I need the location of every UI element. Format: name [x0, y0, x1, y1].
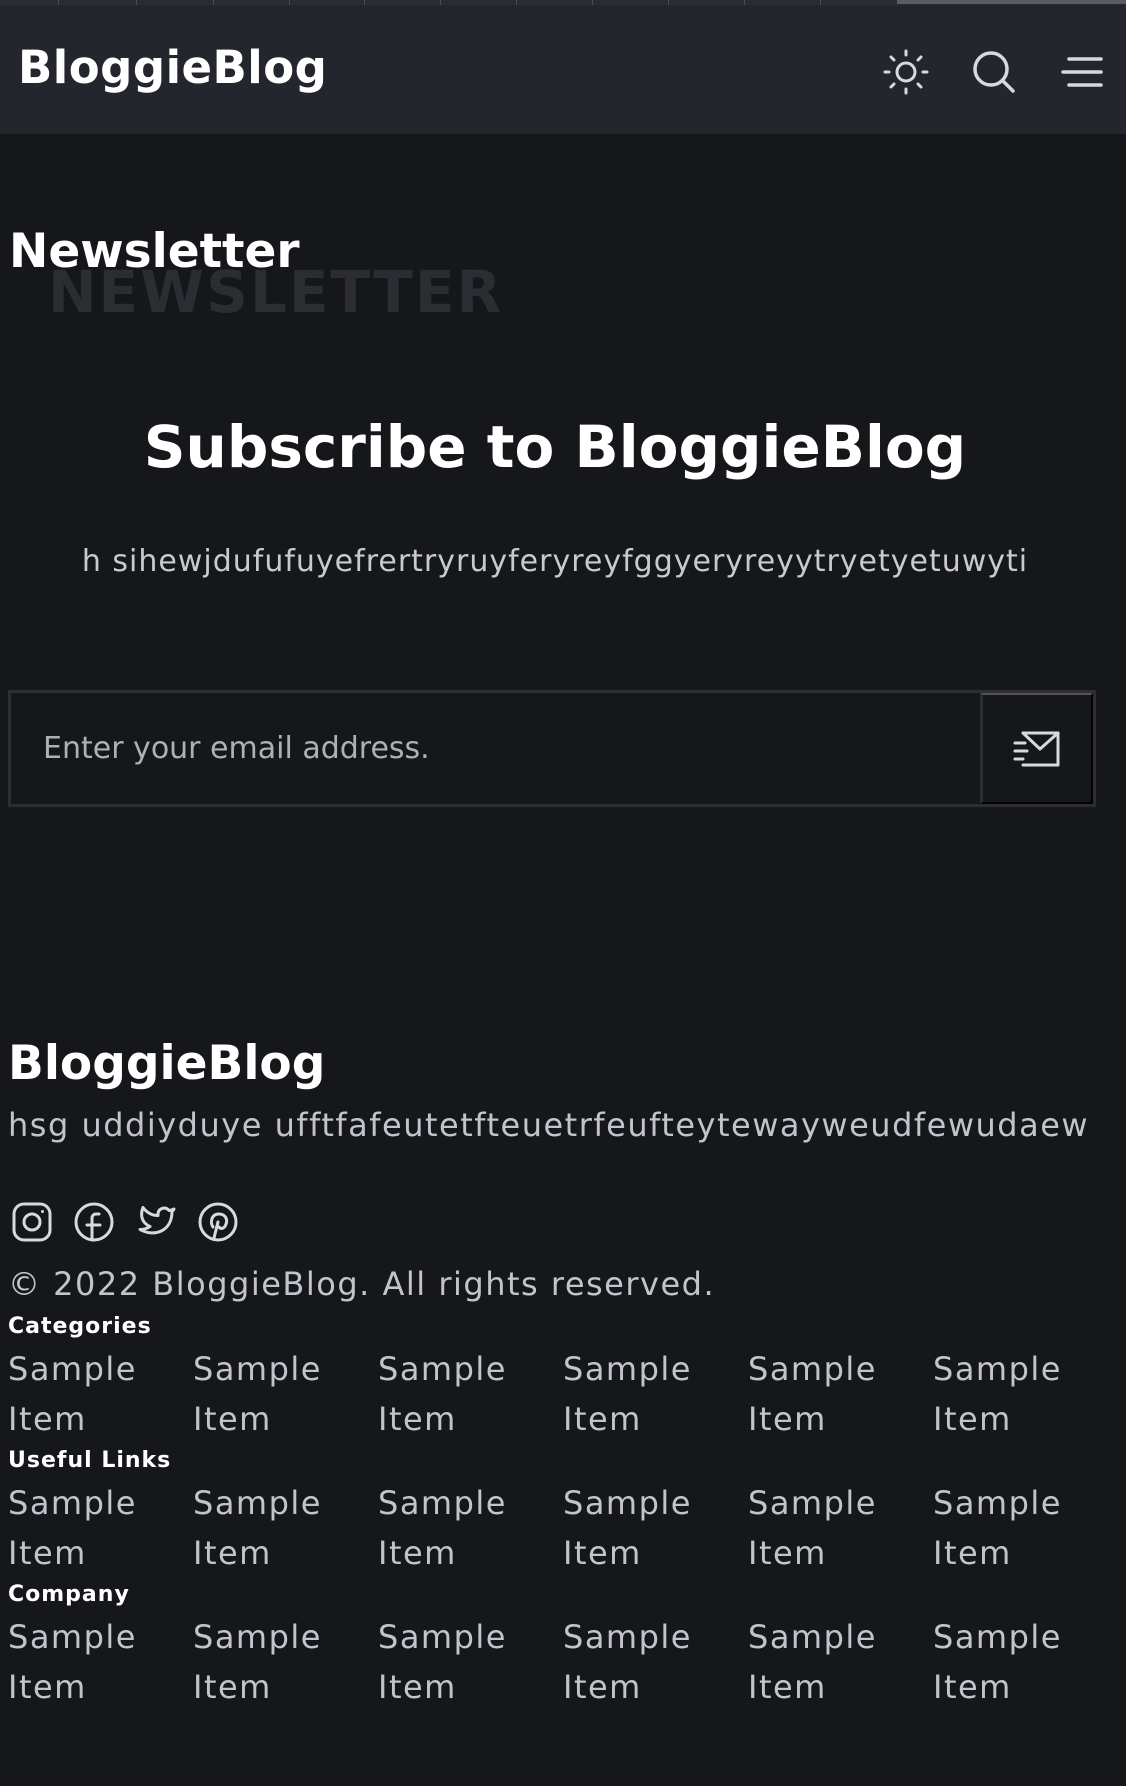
send-mail-icon: [1013, 731, 1060, 766]
footer-link[interactable]: Sample Item: [193, 1344, 378, 1444]
footer-links-company: Sample Item Sample Item Sample Item Samp…: [8, 1612, 1118, 1712]
footer-link[interactable]: Sample Item: [378, 1478, 563, 1578]
search-icon[interactable]: [969, 47, 1019, 97]
twitter-icon[interactable]: [134, 1200, 178, 1244]
footer-link[interactable]: Sample Item: [563, 1344, 748, 1444]
sun-icon[interactable]: [881, 47, 931, 97]
footer-link[interactable]: Sample Item: [748, 1612, 933, 1712]
copyright-text: © 2022 BloggieBlog. All rights reserved.: [8, 1265, 716, 1303]
footer-link[interactable]: Sample Item: [193, 1612, 378, 1712]
pinterest-icon[interactable]: [196, 1200, 240, 1244]
footer-link[interactable]: Sample Item: [193, 1478, 378, 1578]
newsletter-form: [8, 690, 1096, 807]
footer-link[interactable]: Sample Item: [933, 1478, 1118, 1578]
footer-links-useful: Sample Item Sample Item Sample Item Samp…: [8, 1478, 1118, 1578]
divider: [897, 0, 1126, 4]
footer-group-title: Company: [8, 1582, 130, 1607]
footer-link[interactable]: Sample Item: [748, 1344, 933, 1444]
email-input[interactable]: [11, 693, 980, 804]
footer-link[interactable]: Sample Item: [563, 1612, 748, 1712]
site-header: BloggieBlog: [0, 5, 1126, 134]
footer-description: hsg uddiyduye ufftfafeutetfteuetrfeuftey…: [8, 1106, 1090, 1144]
footer-link[interactable]: Sample Item: [563, 1478, 748, 1578]
subscribe-description: h sihewjdufufuyefrertryruyferyreyfggyery…: [81, 544, 1029, 579]
footer-link[interactable]: Sample Item: [933, 1344, 1118, 1444]
subscribe-heading: Subscribe to BloggieBlog: [143, 413, 967, 481]
footer-link[interactable]: Sample Item: [378, 1612, 563, 1712]
footer-link[interactable]: Sample Item: [8, 1478, 193, 1578]
site-logo[interactable]: BloggieBlog: [18, 41, 327, 94]
footer-link[interactable]: Sample Item: [8, 1612, 193, 1712]
facebook-icon[interactable]: [72, 1200, 116, 1244]
social-links: [10, 1200, 240, 1244]
footer-link[interactable]: Sample Item: [748, 1478, 933, 1578]
instagram-icon[interactable]: [10, 1200, 54, 1244]
section-title: Newsletter: [9, 224, 300, 279]
menu-icon[interactable]: [1057, 47, 1107, 97]
footer-link[interactable]: Sample Item: [933, 1612, 1118, 1712]
footer-logo[interactable]: BloggieBlog: [8, 1036, 325, 1091]
footer-group-title: Useful Links: [8, 1448, 172, 1473]
subscribe-button[interactable]: [980, 693, 1093, 804]
footer-link[interactable]: Sample Item: [8, 1344, 193, 1444]
footer-links-categories: Sample Item Sample Item Sample Item Samp…: [8, 1344, 1118, 1444]
footer-link[interactable]: Sample Item: [378, 1344, 563, 1444]
footer-group-title: Categories: [8, 1314, 152, 1339]
